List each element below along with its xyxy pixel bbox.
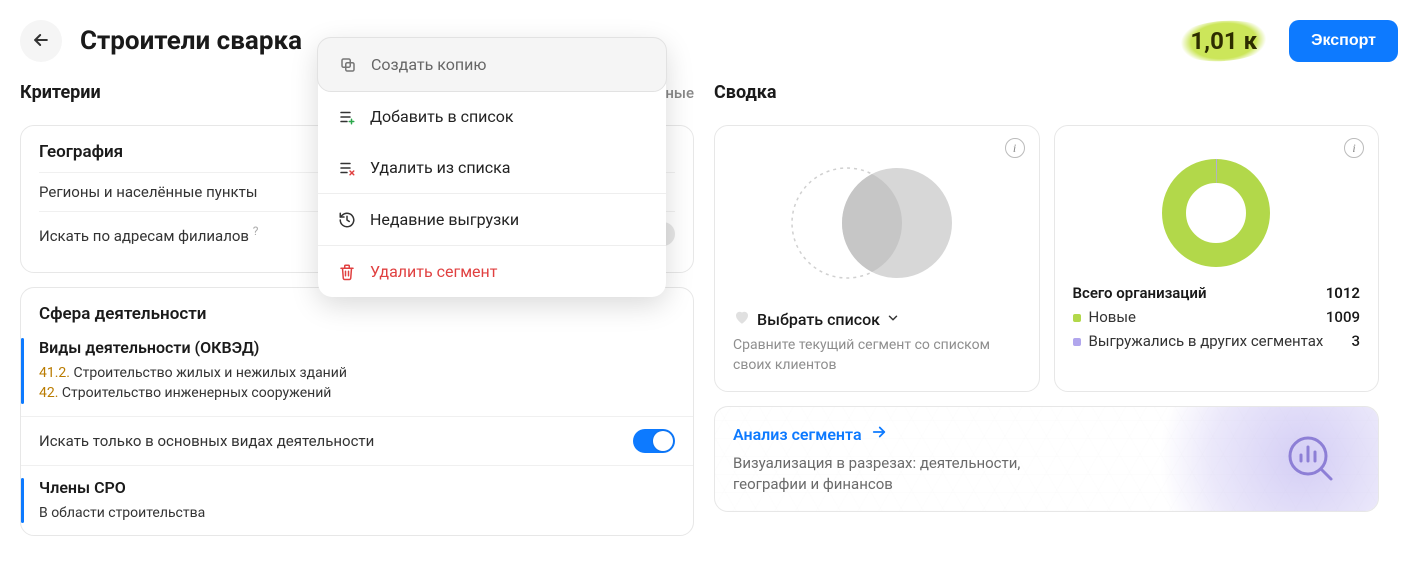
- total-orgs-label: Всего организаций: [1073, 284, 1207, 302]
- copy-icon: [339, 56, 357, 74]
- activity-card: Сфера деятельности Виды деятельности (ОК…: [20, 287, 694, 536]
- menu-add-to-list-label: Добавить в список: [370, 107, 514, 126]
- total-orgs-value: 1012: [1326, 284, 1360, 302]
- choose-list-label: Выбрать список: [757, 310, 880, 329]
- sro-title[interactable]: Члены СРО: [39, 478, 675, 497]
- summary-heading-text: Сводка: [714, 82, 776, 103]
- info-icon[interactable]: i: [1005, 138, 1025, 158]
- only-main-okved-label: Искать только в основных видах деятельно…: [39, 432, 374, 450]
- segment-actions-menu: Создать копию Добавить в список Удалить …: [318, 38, 666, 297]
- count-badge: 1,01 к: [1174, 21, 1273, 61]
- menu-recent-exports[interactable]: Недавние выгрузки: [318, 194, 666, 245]
- sro-detail: В области строительства: [39, 503, 675, 523]
- donut-chart: [1073, 148, 1361, 278]
- analysis-subtitle: Визуализация в разрезах: деятельности, г…: [733, 453, 1093, 495]
- new-label: Новые: [1089, 308, 1136, 326]
- list-remove-icon: [338, 159, 356, 177]
- chevron-down-icon: [886, 310, 900, 329]
- arrow-left-icon: [31, 30, 51, 53]
- menu-remove-from-list[interactable]: Удалить из списка: [318, 142, 666, 193]
- heart-icon: [733, 308, 751, 330]
- help-icon[interactable]: ?: [253, 224, 259, 238]
- trash-icon: [338, 263, 356, 281]
- summary-heading: Сводка: [714, 80, 1379, 111]
- analysis-link[interactable]: Анализ сегмента: [733, 423, 1360, 445]
- info-icon[interactable]: i: [1344, 138, 1364, 158]
- header: Строители сварка 1,01 к Экспорт: [0, 0, 1418, 80]
- menu-delete-segment-label: Удалить сегмент: [370, 262, 497, 281]
- arrow-right-icon: [870, 423, 888, 445]
- page-title: Строители сварка: [80, 26, 302, 56]
- menu-recent-exports-label: Недавние выгрузки: [370, 210, 519, 229]
- choose-list[interactable]: Выбрать список: [733, 308, 1021, 330]
- only-main-okved-toggle[interactable]: [633, 429, 675, 453]
- okved-item: 42. Строительство инженерных сооружений: [39, 383, 675, 403]
- activity-title: Сфера деятельности: [39, 304, 675, 324]
- venn-card: i: [714, 125, 1040, 392]
- analysis-card[interactable]: Анализ сегмента Визуализация в разрезах:…: [714, 406, 1379, 512]
- menu-create-copy-label: Создать копию: [371, 55, 486, 74]
- okved-item: 41.2. Строительство жилых и нежилых здан…: [39, 363, 675, 383]
- geography-regions[interactable]: Регионы и населённые пункты: [39, 183, 257, 201]
- compare-text: Сравните текущий сегмент со списком свои…: [733, 336, 1021, 375]
- back-button[interactable]: [20, 20, 62, 62]
- history-icon: [338, 211, 356, 229]
- exported-value: 3: [1351, 332, 1360, 350]
- geography-branches: Искать по адресам филиалов ?: [39, 224, 258, 245]
- menu-create-copy[interactable]: Создать копию: [317, 37, 667, 92]
- donut-card: i Всего организаций 1012 Новые 1009: [1054, 125, 1380, 392]
- list-add-icon: [338, 108, 356, 126]
- menu-add-to-list[interactable]: Добавить в список: [318, 91, 666, 142]
- exported-label: Выгружались в других сегментах: [1089, 332, 1324, 350]
- menu-remove-from-list-label: Удалить из списка: [370, 158, 511, 177]
- export-button[interactable]: Экспорт: [1289, 20, 1398, 62]
- criteria-heading-text: Критерии: [20, 82, 101, 103]
- new-value: 1009: [1326, 308, 1360, 326]
- menu-delete-segment[interactable]: Удалить сегмент: [318, 246, 666, 297]
- venn-chart: [733, 148, 1021, 298]
- okved-title[interactable]: Виды деятельности (ОКВЭД): [39, 338, 675, 357]
